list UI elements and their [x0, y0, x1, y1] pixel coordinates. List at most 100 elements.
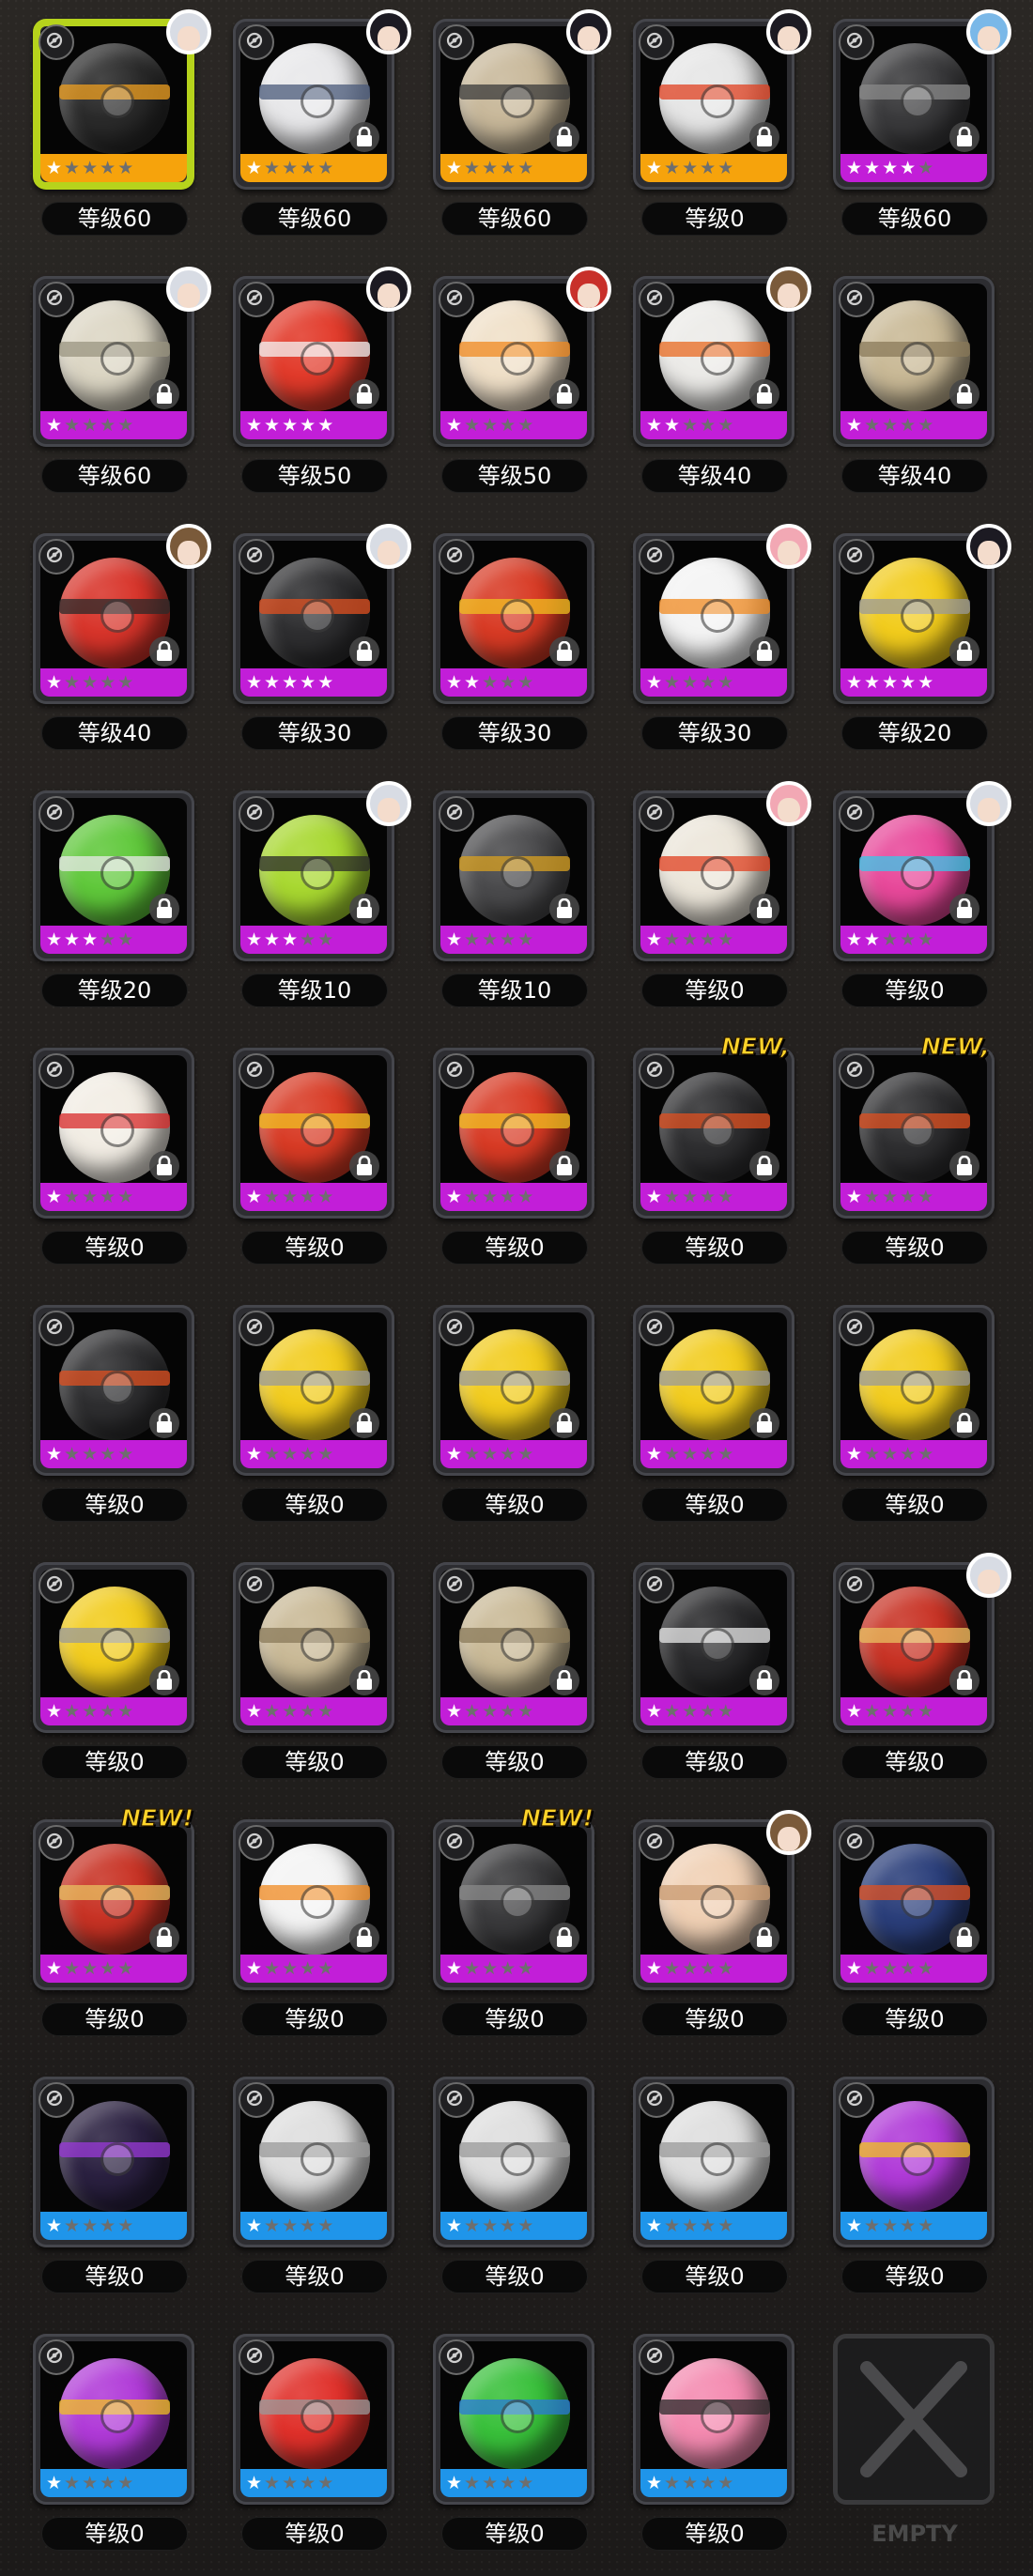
star-icon: ★ — [246, 1444, 263, 1464]
ball-core — [701, 2142, 734, 2176]
star-icon: ★ — [682, 929, 699, 950]
collection-slot: ★ ★ ★ ★ ★ 等级0 — [23, 2067, 202, 2292]
character-portrait-icon — [766, 267, 811, 312]
character-portrait-icon — [766, 1810, 811, 1855]
star-icon: ★ — [117, 158, 134, 178]
level-label: 等级0 — [642, 1232, 787, 1264]
ball-core — [501, 2142, 534, 2176]
star-rating: ★ ★ ★ ★ ★ — [446, 1445, 533, 1464]
ball-card[interactable]: ★ ★ ★ ★ ★ — [233, 2334, 394, 2505]
star-icon: ★ — [64, 1958, 81, 1979]
ball-card[interactable]: ★ ★ ★ ★ ★ — [833, 276, 994, 447]
type-gear-icon — [639, 796, 674, 832]
ball-card[interactable]: ★ ★ ★ ★ ★ — [33, 1048, 194, 1219]
star-icon: ★ — [100, 1187, 116, 1207]
type-gear-icon — [39, 1825, 74, 1861]
ball-card[interactable]: ★ ★ ★ ★ ★ — [433, 533, 594, 704]
ball-card[interactable]: ★ ★ ★ ★ ★ — [433, 1819, 594, 1990]
level-label: 等级50 — [442, 460, 587, 492]
ball-card[interactable]: ★ ★ ★ ★ ★ — [433, 790, 594, 961]
ball-card[interactable]: ★ ★ ★ ★ ★ — [633, 1562, 794, 1733]
ball-card[interactable]: ★ ★ ★ ★ ★ — [633, 2077, 794, 2247]
ball-card[interactable]: ★ ★ ★ ★ ★ — [33, 1819, 194, 1990]
star-icon: ★ — [664, 1444, 681, 1464]
ball-core — [100, 2400, 134, 2433]
level-label: 等级20 — [42, 974, 187, 1006]
ball-core — [701, 2400, 734, 2433]
ball-card[interactable]: ★ ★ ★ ★ ★ — [433, 1305, 594, 1476]
star-icon: ★ — [246, 929, 263, 950]
star-rating: ★ ★ ★ ★ ★ — [246, 1702, 333, 1721]
empty-slot-card[interactable] — [833, 2334, 994, 2505]
collection-slot: ★ ★ ★ ★ ★ 等级0 — [424, 1038, 602, 1264]
star-icon: ★ — [46, 1958, 63, 1979]
ball-card[interactable]: ★ ★ ★ ★ ★ — [233, 2077, 394, 2247]
star-icon: ★ — [717, 672, 734, 693]
ball-core — [301, 1885, 334, 1919]
star-rating: ★ ★ ★ ★ ★ — [446, 416, 533, 435]
star-icon: ★ — [464, 1701, 481, 1722]
ball-card[interactable]: ★ ★ ★ ★ ★ — [433, 2334, 594, 2505]
star-icon: ★ — [700, 158, 717, 178]
collection-slot: ★ ★ ★ ★ ★ 等级0 — [224, 1810, 402, 2035]
star-icon: ★ — [500, 2473, 516, 2493]
level-label: 等级0 — [442, 2261, 587, 2292]
portrait-face — [978, 798, 1000, 822]
ball-card[interactable]: ★ ★ ★ ★ ★ — [633, 1048, 794, 1219]
star-icon: ★ — [464, 929, 481, 950]
star-icon: ★ — [864, 1187, 881, 1207]
star-icon: ★ — [82, 158, 99, 178]
star-icon: ★ — [264, 672, 281, 693]
ball-card[interactable]: ★ ★ ★ ★ ★ — [833, 2077, 994, 2247]
star-icon: ★ — [717, 1958, 734, 1979]
star-icon: ★ — [517, 1701, 534, 1722]
collection-slot: ★ ★ ★ ★ ★ 等级0 — [224, 2324, 402, 2550]
collection-slot: ★ ★ ★ ★ ★ 等级0 — [424, 1296, 602, 1521]
ball-card[interactable]: ★ ★ ★ ★ ★ — [633, 1305, 794, 1476]
ball-card[interactable]: ★ ★ ★ ★ ★ — [433, 1562, 594, 1733]
ball-card[interactable]: ★ ★ ★ ★ ★ — [233, 1819, 394, 1990]
star-icon: ★ — [846, 672, 863, 693]
star-icon: ★ — [300, 672, 316, 693]
ball-card[interactable]: ★ ★ ★ ★ ★ — [33, 2334, 194, 2505]
ball-card[interactable]: ★ ★ ★ ★ ★ — [833, 1048, 994, 1219]
ball-card[interactable]: ★ ★ ★ ★ ★ — [33, 2077, 194, 2247]
character-portrait-icon — [166, 524, 211, 569]
star-icon: ★ — [317, 672, 334, 693]
ball-core — [901, 599, 934, 633]
collection-slot: ★ ★ ★ ★ ★ 等级40 — [624, 267, 811, 492]
star-icon: ★ — [100, 415, 116, 436]
star-icon: ★ — [446, 158, 463, 178]
ball-card[interactable]: ★ ★ ★ ★ ★ — [633, 2334, 794, 2505]
star-icon: ★ — [717, 1444, 734, 1464]
star-rating: ★ ★ ★ ★ ★ — [446, 2474, 533, 2492]
star-icon: ★ — [664, 2473, 681, 2493]
ball-card[interactable]: ★ ★ ★ ★ ★ — [233, 1305, 394, 1476]
portrait-face — [778, 1827, 800, 1851]
star-icon: ★ — [900, 929, 917, 950]
star-icon: ★ — [46, 1444, 63, 1464]
ball-core — [301, 856, 334, 890]
ball-card[interactable]: ★ ★ ★ ★ ★ — [233, 1562, 394, 1733]
star-icon: ★ — [446, 1444, 463, 1464]
type-gear-icon — [639, 282, 674, 317]
ball-core — [901, 1885, 934, 1919]
star-icon: ★ — [517, 2216, 534, 2236]
type-gear-icon — [839, 1825, 874, 1861]
ball-card[interactable]: ★ ★ ★ ★ ★ — [433, 1048, 594, 1219]
ball-card[interactable]: ★ ★ ★ ★ ★ — [33, 1562, 194, 1733]
ball-card[interactable]: ★ ★ ★ ★ ★ — [33, 1305, 194, 1476]
ball-card[interactable]: ★ ★ ★ ★ ★ — [833, 1305, 994, 1476]
star-icon: ★ — [846, 2216, 863, 2236]
star-icon: ★ — [717, 2216, 734, 2236]
level-label: 等级60 — [842, 203, 987, 235]
star-icon: ★ — [117, 2216, 134, 2236]
collection-slot: ★ ★ ★ ★ ★ 等级0 — [624, 2067, 802, 2292]
ball-core — [501, 84, 534, 118]
star-icon: ★ — [82, 1701, 99, 1722]
ball-card[interactable]: ★ ★ ★ ★ ★ — [833, 1819, 994, 1990]
star-icon: ★ — [482, 929, 499, 950]
ball-card[interactable]: ★ ★ ★ ★ ★ — [33, 790, 194, 961]
ball-card[interactable]: ★ ★ ★ ★ ★ — [433, 2077, 594, 2247]
ball-card[interactable]: ★ ★ ★ ★ ★ — [233, 1048, 394, 1219]
